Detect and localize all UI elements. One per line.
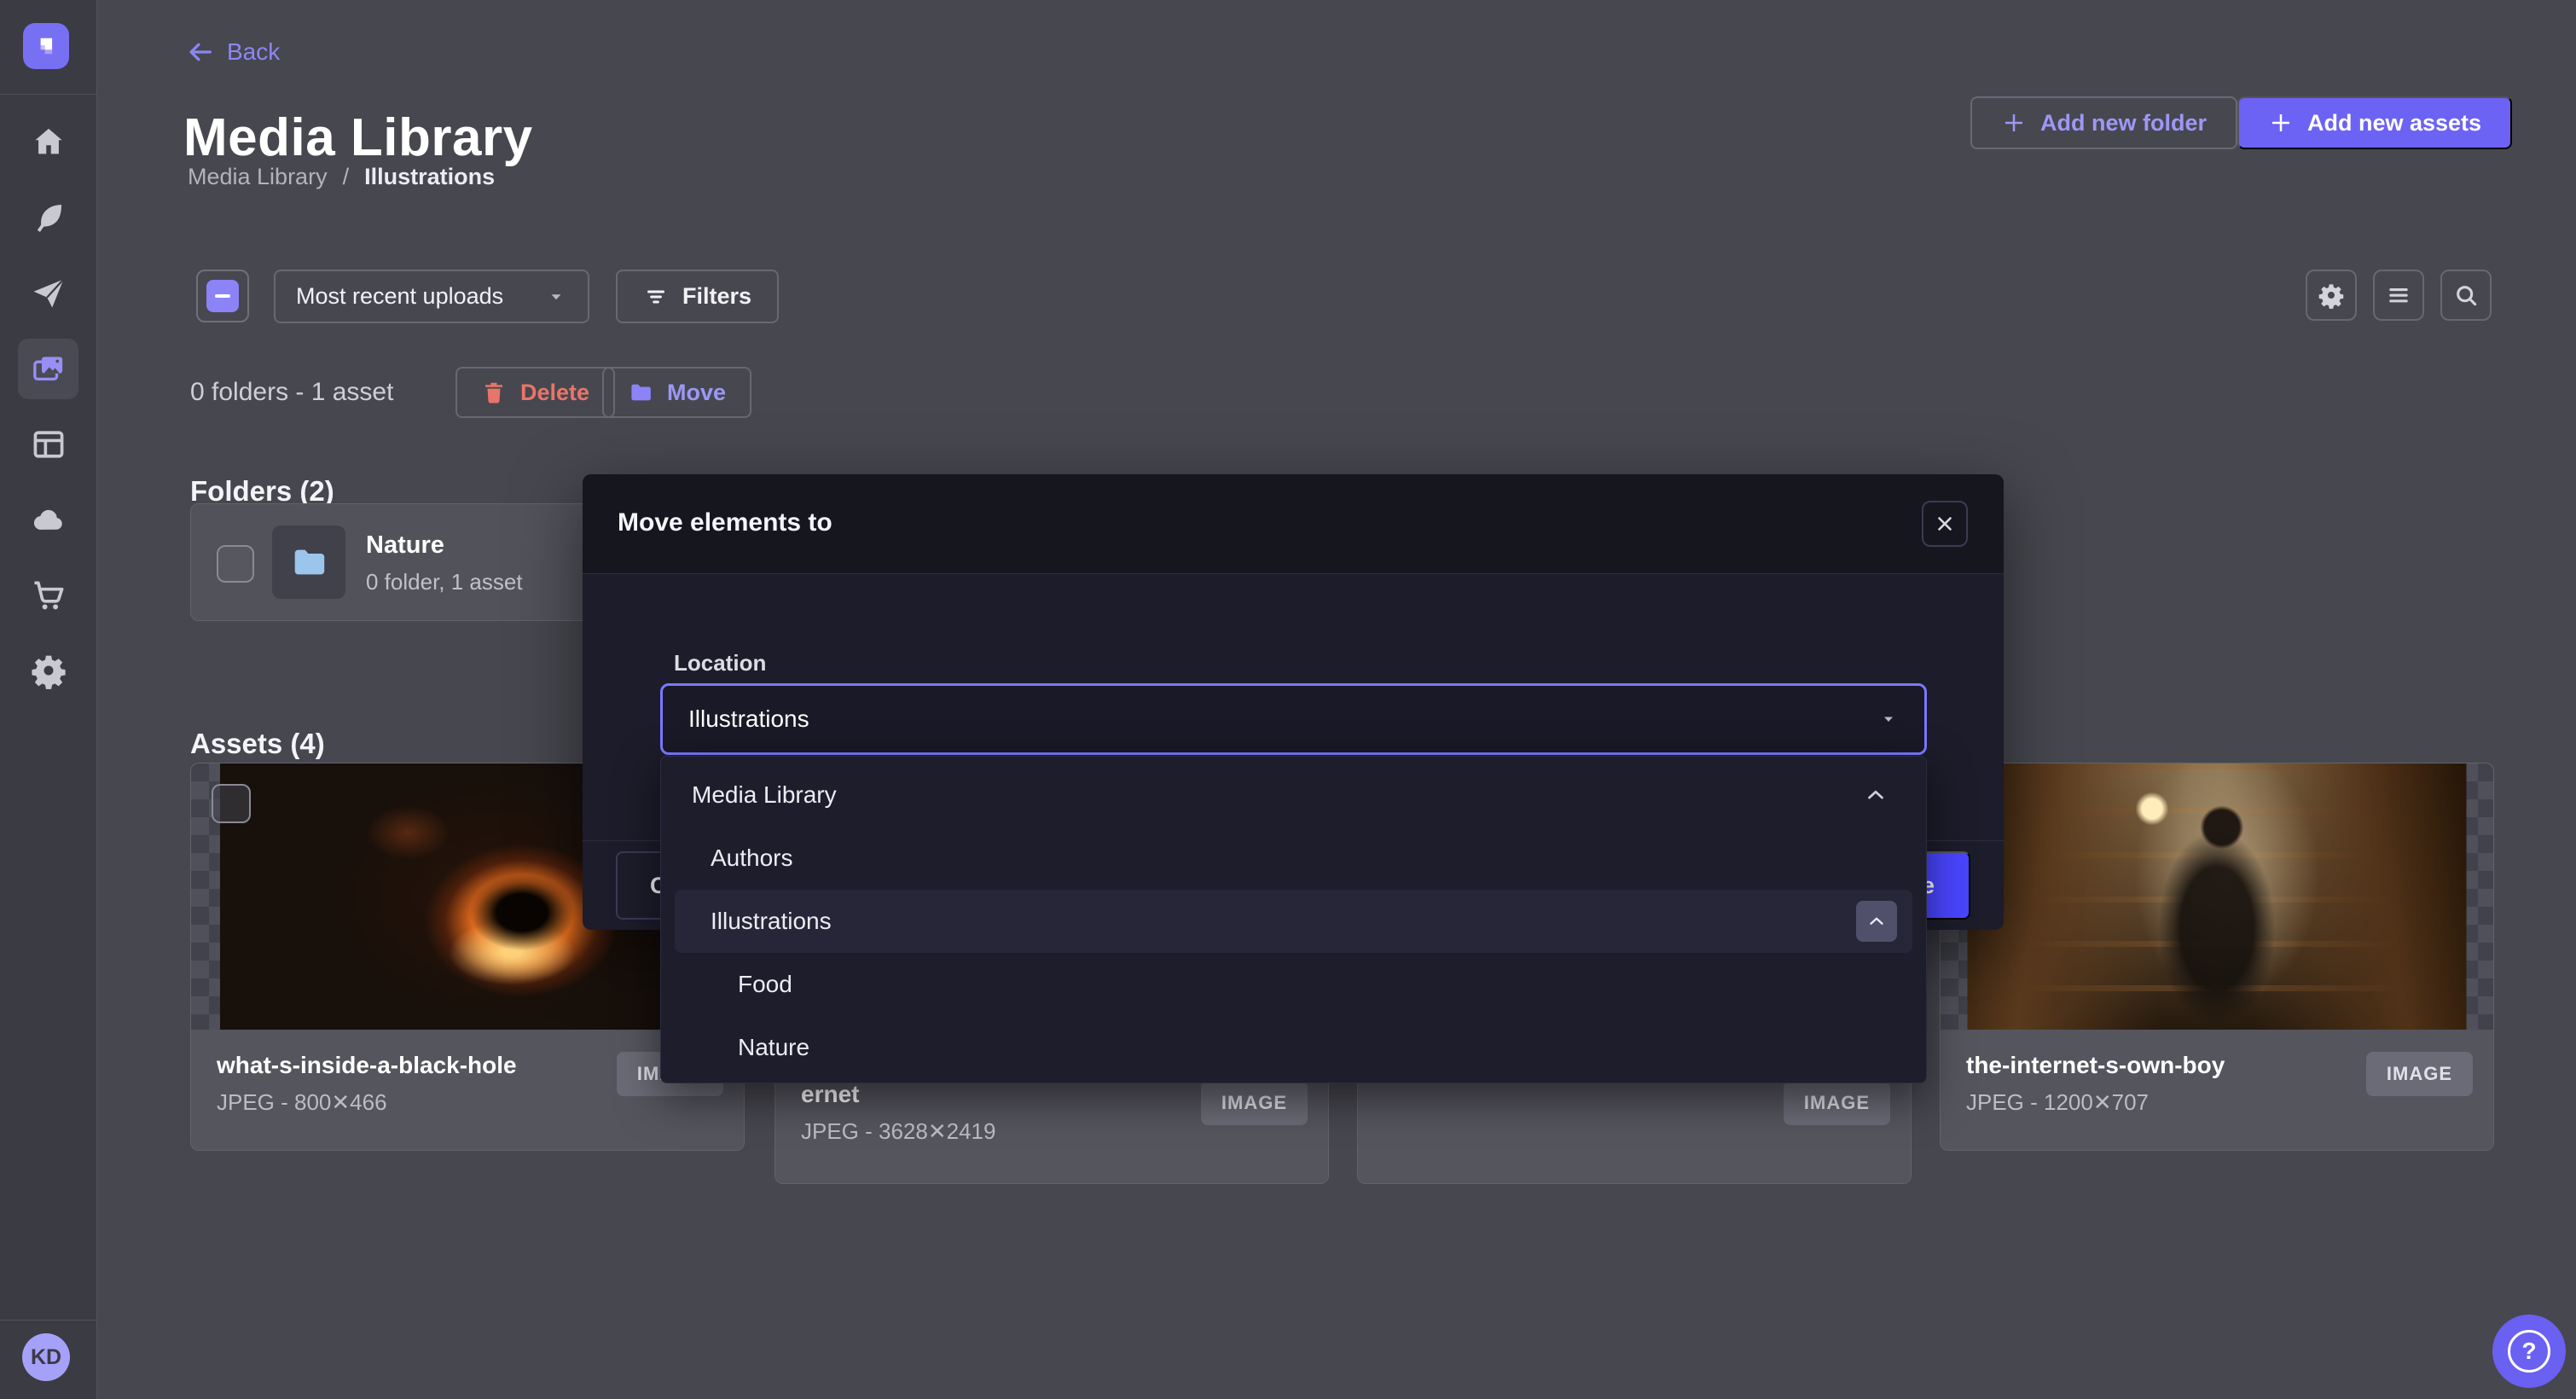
sort-select[interactable]: Most recent uploads (274, 270, 589, 323)
list-view-button[interactable] (2373, 270, 2424, 321)
strapi-logo-icon (32, 32, 61, 61)
question-mark-icon: ? (2508, 1330, 2550, 1373)
caret-down-icon (545, 286, 567, 308)
caret-down-icon (1878, 709, 1899, 729)
page-title: Media Library (183, 107, 533, 168)
sidebar-item-content-manager[interactable] (18, 414, 78, 474)
add-new-assets-label: Add new assets (2307, 110, 2481, 136)
folder-meta: 0 folder, 1 asset (366, 569, 523, 595)
strapi-logo[interactable] (23, 23, 69, 69)
select-all-checkbox[interactable] (196, 270, 249, 322)
search-button[interactable] (2440, 270, 2492, 321)
breadcrumb-parent[interactable]: Media Library (188, 164, 328, 190)
location-dropdown: Media Library Authors Illustrations Food… (660, 756, 1927, 1083)
selection-summary: 0 folders - 1 asset (190, 378, 393, 407)
tree-item-label: Food (738, 971, 792, 998)
checkbox-indeterminate (206, 280, 239, 312)
sidebar-divider (0, 94, 96, 95)
asset-type-badge: IMAGE (1201, 1081, 1308, 1125)
feather-icon (30, 199, 67, 236)
tree-item-nature[interactable]: Nature (661, 1016, 1926, 1079)
delete-label: Delete (520, 380, 589, 406)
asset-preview (1941, 763, 2493, 1030)
asset-checkbox[interactable] (212, 784, 251, 823)
sidebar-item-settings[interactable] (18, 640, 78, 700)
trash-icon (481, 380, 507, 405)
add-new-folder-label: Add new folder (2040, 110, 2207, 136)
library-photo-image (1968, 763, 2467, 1030)
filters-button[interactable]: Filters (616, 270, 779, 323)
folder-icon-tile (272, 525, 345, 599)
back-label: Back (227, 38, 280, 66)
asset-type-badge: IMAGE (2366, 1052, 2473, 1096)
add-new-folder-button[interactable]: Add new folder (1970, 96, 2237, 149)
tree-item-label: Authors (711, 845, 793, 872)
sort-select-value: Most recent uploads (296, 283, 503, 310)
filters-label: Filters (682, 283, 751, 310)
tree-item-media-library[interactable]: Media Library (661, 763, 1926, 827)
modal-title: Move elements to (618, 508, 833, 537)
folder-icon (628, 380, 653, 405)
list-icon (2385, 282, 2412, 309)
tree-item-food[interactable]: Food (661, 953, 1926, 1016)
tree-item-label: Illustrations (711, 908, 832, 935)
folder-name: Nature (366, 531, 444, 560)
settings-view-button[interactable] (2306, 270, 2357, 321)
help-button[interactable]: ? (2492, 1315, 2566, 1388)
move-label: Move (667, 380, 726, 406)
paper-plane-icon (30, 275, 67, 312)
gear-icon (2318, 282, 2345, 309)
folder-icon (289, 543, 328, 582)
close-icon (1934, 513, 1956, 535)
sidebar-item-releases[interactable] (18, 263, 78, 323)
media-library-icon (30, 351, 67, 388)
avatar[interactable]: KD (22, 1333, 70, 1381)
breadcrumb: Media Library / Illustrations (188, 164, 495, 190)
chevron-up-icon[interactable] (1863, 782, 1888, 808)
breadcrumb-separator: / (343, 164, 350, 190)
tree-item-authors[interactable]: Authors (661, 827, 1926, 890)
filter-icon (643, 284, 669, 310)
sidebar-divider (0, 1320, 96, 1321)
back-link[interactable]: Back (186, 38, 280, 67)
delete-button[interactable]: Delete (455, 367, 615, 418)
assets-heading: Assets (4) (190, 728, 325, 760)
breadcrumb-current: Illustrations (364, 164, 495, 190)
folder-checkbox[interactable] (217, 545, 254, 583)
close-button[interactable] (1922, 501, 1968, 547)
tree-item-illustrations[interactable]: Illustrations (675, 890, 1912, 953)
asset-type-badge: IMAGE (1784, 1081, 1890, 1125)
media-library-page: KD Back Media Library Media Library / Il… (0, 0, 2576, 1399)
asset-card-internet-s-own-boy[interactable]: the-internet-s-own-boy JPEG - 1200✕707 I… (1940, 763, 2494, 1151)
home-icon (30, 124, 67, 161)
move-button[interactable]: Move (602, 367, 751, 418)
chevron-up-icon (1865, 910, 1888, 932)
location-combobox[interactable]: Illustrations (660, 683, 1927, 755)
tree-item-label: Nature (738, 1034, 809, 1061)
cloud-icon (30, 501, 67, 538)
sidebar-item-content-type-builder[interactable] (18, 187, 78, 247)
asset-info: the-internet-s-own-boy JPEG - 1200✕707 I… (1941, 1030, 2493, 1150)
sidebar: KD (0, 0, 97, 1399)
tree-item-label: Media Library (692, 781, 837, 809)
sidebar-item-home[interactable] (18, 112, 78, 172)
location-label: Location (674, 650, 766, 676)
layout-icon (30, 426, 67, 463)
arrow-left-icon (186, 38, 215, 67)
collapse-button[interactable] (1856, 901, 1897, 942)
add-new-assets-button[interactable]: Add new assets (2237, 96, 2512, 149)
modal-header: Move elements to (583, 474, 2004, 574)
location-value: Illustrations (688, 705, 809, 733)
sidebar-item-deploy[interactable] (18, 489, 78, 549)
shopping-cart-icon (30, 577, 67, 614)
plus-icon (2268, 110, 2294, 136)
search-icon (2452, 282, 2480, 309)
sidebar-item-marketplace[interactable] (18, 565, 78, 625)
gear-icon (30, 652, 67, 689)
sidebar-item-media-library[interactable] (18, 339, 78, 399)
plus-icon (2001, 110, 2027, 136)
